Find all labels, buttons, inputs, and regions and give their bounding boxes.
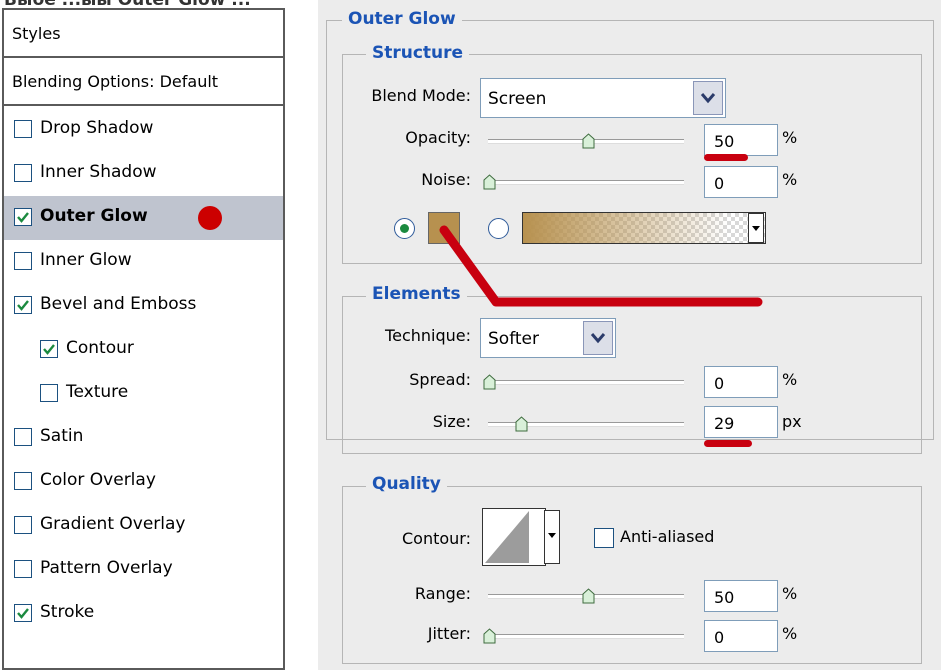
outer-glow-panel: Outer Glow Structure Blend Mode: Screen …: [318, 0, 941, 670]
style-item-label: Inner Shadow: [40, 162, 157, 182]
style-item-drop-shadow[interactable]: Drop Shadow: [4, 108, 283, 152]
spread-unit: %: [782, 370, 798, 389]
style-checkbox[interactable]: [14, 472, 32, 490]
style-checkbox[interactable]: [14, 252, 32, 270]
technique-value: Softer: [488, 329, 539, 349]
jitter-input[interactable]: 0: [704, 620, 778, 652]
slider-thumb-icon[interactable]: [483, 374, 496, 390]
jitter-slider-track[interactable]: [488, 634, 684, 639]
spread-input[interactable]: 0: [704, 366, 778, 398]
style-checkbox[interactable]: [14, 516, 32, 534]
style-item-texture[interactable]: Texture: [4, 372, 283, 416]
slider-thumb-icon[interactable]: [515, 416, 528, 432]
contour-preview-icon: [485, 511, 529, 563]
styles-list-panel: Styles Blending Options: Default Drop Sh…: [2, 8, 285, 670]
style-item-pattern-overlay[interactable]: Pattern Overlay: [4, 548, 283, 592]
range-unit: %: [782, 584, 798, 603]
style-item-label: Satin: [40, 426, 84, 446]
style-item-inner-shadow[interactable]: Inner Shadow: [4, 152, 283, 196]
style-item-bevel-and-emboss[interactable]: Bevel and Emboss: [4, 284, 283, 328]
style-item-label: Stroke: [40, 602, 95, 622]
style-checkbox[interactable]: [14, 208, 32, 226]
anti-aliased-label: Anti-aliased: [620, 527, 715, 546]
size-input[interactable]: 29: [704, 406, 778, 438]
spread-slider-track[interactable]: [488, 380, 684, 385]
range-label: Range:: [414, 584, 471, 603]
jitter-label: Jitter:: [427, 624, 471, 643]
color-annotation-arrow: [439, 225, 763, 307]
range-input[interactable]: 50: [704, 580, 778, 612]
style-item-label: Pattern Overlay: [40, 558, 173, 578]
size-label: Size:: [432, 412, 471, 431]
style-checkbox[interactable]: [14, 296, 32, 314]
style-item-label: Contour: [66, 338, 134, 358]
anti-aliased-checkbox[interactable]: [594, 528, 614, 548]
jitter-unit: %: [782, 624, 798, 643]
style-item-label: Drop Shadow: [40, 118, 154, 138]
style-item-label: Bevel and Emboss: [40, 294, 197, 314]
style-item-label: Outer Glow: [40, 206, 148, 226]
style-checkbox[interactable]: [14, 604, 32, 622]
style-item-satin[interactable]: Satin: [4, 416, 283, 460]
style-item-label: Texture: [66, 382, 129, 402]
style-checkbox[interactable]: [14, 560, 32, 578]
style-item-gradient-overlay[interactable]: Gradient Overlay: [4, 504, 283, 548]
size-unit: px: [782, 412, 802, 431]
style-checkbox[interactable]: [40, 340, 58, 358]
style-item-stroke[interactable]: Stroke: [4, 592, 283, 636]
contour-label: Contour:: [402, 529, 471, 548]
style-item-outer-glow[interactable]: Outer Glow: [4, 196, 283, 240]
styles-header[interactable]: Styles: [4, 10, 283, 58]
style-item-label: Color Overlay: [40, 470, 156, 490]
style-checkbox[interactable]: [40, 384, 58, 402]
contour-picker[interactable]: [482, 508, 546, 566]
style-checkbox[interactable]: [14, 428, 32, 446]
slider-thumb-icon[interactable]: [582, 588, 595, 604]
style-item-color-overlay[interactable]: Color Overlay: [4, 460, 283, 504]
slider-thumb-icon[interactable]: [483, 628, 496, 644]
blending-options-item[interactable]: Blending Options: Default: [4, 58, 283, 106]
style-checkbox[interactable]: [14, 164, 32, 182]
spread-label: Spread:: [409, 370, 471, 389]
size-highlight-mark: [704, 440, 752, 447]
style-checkbox[interactable]: [14, 120, 32, 138]
selected-marker-dot: [198, 206, 222, 230]
style-item-label: Inner Glow: [40, 250, 132, 270]
chevron-down-icon[interactable]: [544, 510, 560, 564]
style-item-label: Gradient Overlay: [40, 514, 186, 534]
style-item-contour[interactable]: Contour: [4, 328, 283, 372]
quality-title: Quality: [366, 474, 447, 494]
style-item-inner-glow[interactable]: Inner Glow: [4, 240, 283, 284]
